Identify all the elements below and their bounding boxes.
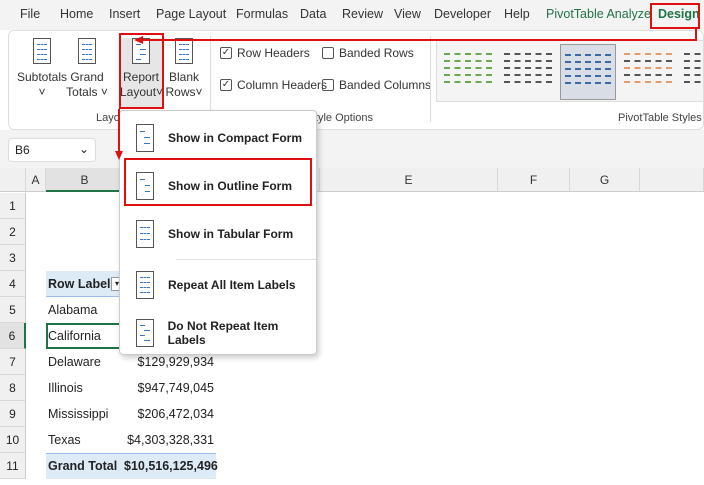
- annotation-arrows: [115, 29, 697, 160]
